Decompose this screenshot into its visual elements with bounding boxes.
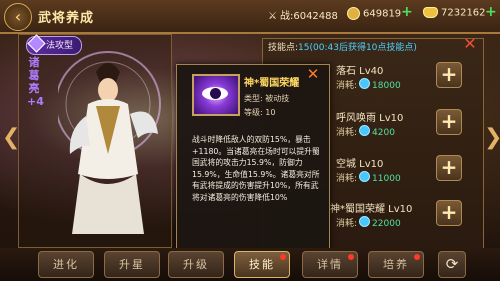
notification-dot: [348, 254, 354, 260]
notification-dot: [414, 254, 420, 260]
top-bar: ‹ 武将养成 ⚔ 战:6042488 649819 + 7232162 +: [0, 0, 500, 34]
tab-details[interactable]: 详情: [302, 251, 358, 278]
tab-star-up[interactable]: 升星: [104, 251, 160, 278]
gold-display: 649819: [347, 7, 401, 20]
notification-dot: [280, 254, 286, 260]
general-name: 诸葛亮+4: [27, 56, 44, 108]
skill-eye-icon: [192, 74, 240, 116]
gem-icon: [27, 34, 46, 53]
upgrade-skill-button[interactable]: +: [436, 155, 462, 181]
skill-row: 落石 Lv40 消耗: 18000 +: [336, 60, 468, 94]
close-icon[interactable]: ✕: [462, 36, 478, 52]
coin-icon: [359, 171, 371, 182]
prev-general-arrow[interactable]: ❮: [2, 125, 20, 151]
upgrade-skill-button[interactable]: +: [436, 109, 462, 135]
next-general-arrow[interactable]: ❯: [484, 125, 500, 151]
skill-description: 战斗时降低敌人的双防15%，暴击+1180。当诸葛亮在场时可以提升蜀国武将的攻击…: [192, 135, 320, 202]
general-portrait: [58, 51, 161, 234]
upgrade-skill-button[interactable]: +: [436, 62, 462, 88]
tab-train[interactable]: 培养: [368, 251, 424, 278]
gold-coin-icon: [347, 7, 360, 20]
back-button[interactable]: ‹: [4, 3, 32, 31]
upgrade-skill-button[interactable]: +: [436, 200, 462, 226]
ingot-icon: [423, 7, 438, 18]
skill-points-header: 技能点:15(00:43后获得10点技能点): [268, 43, 417, 53]
skill-name: 神*蜀国荣耀: [244, 78, 300, 89]
coin-icon: [359, 78, 371, 89]
stamina-icon: ⚔: [268, 10, 277, 22]
refresh-icon[interactable]: ⟳: [438, 251, 466, 278]
popup-close-icon[interactable]: ✕: [305, 66, 321, 82]
coin-icon: [359, 216, 371, 227]
ingot-display: 7232162: [423, 7, 486, 19]
skill-level: 等级: 10: [244, 108, 276, 117]
power-display: ⚔ 战:6042488: [268, 10, 338, 23]
skill-row: 呼风唤雨 Lv10 消耗: 4200 +: [336, 107, 468, 141]
tab-skills[interactable]: 技能: [234, 251, 290, 278]
add-ingot-button[interactable]: +: [485, 5, 497, 19]
tab-level-up[interactable]: 升级: [168, 251, 224, 278]
coin-icon: [359, 125, 371, 136]
add-gold-button[interactable]: +: [401, 5, 413, 19]
page-title: 武将养成: [38, 11, 95, 26]
tab-evolve[interactable]: 进化: [38, 251, 94, 278]
skill-type: 类型: 被动技: [244, 94, 290, 103]
skill-row: 空城 Lv10 消耗: 11000 +: [336, 153, 468, 187]
skill-row: 神*蜀国荣耀 Lv10 消耗: 22000 +: [330, 198, 462, 232]
